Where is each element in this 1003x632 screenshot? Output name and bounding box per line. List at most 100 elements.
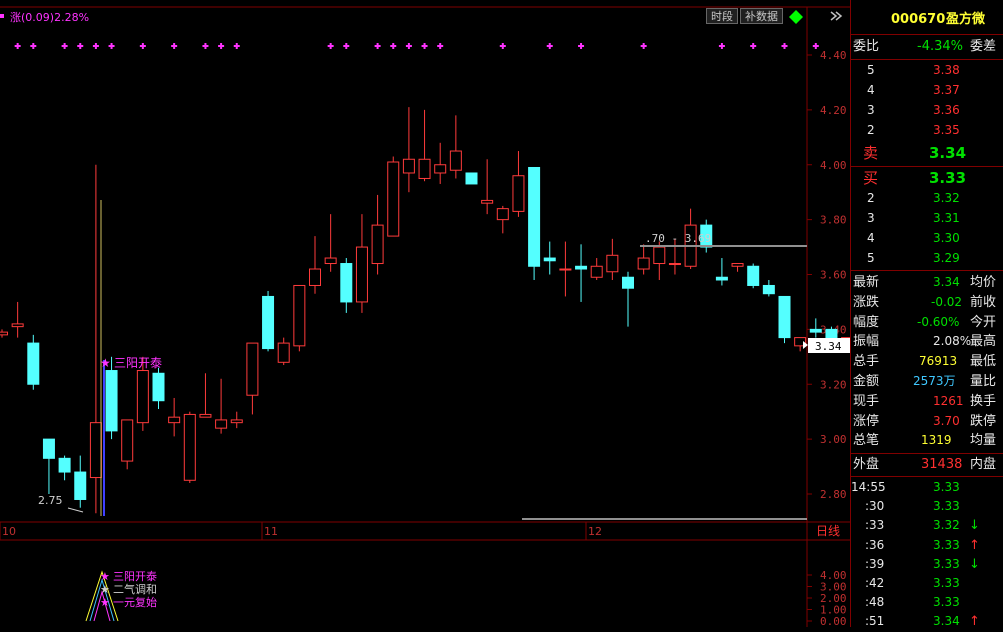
signal-marker: [437, 43, 444, 49]
sell-level-row: 3 3.36: [851, 101, 1003, 121]
candle-body[interactable]: [512, 175, 525, 212]
candle-body[interactable]: [747, 265, 760, 286]
timeshare-button[interactable]: 时段: [706, 8, 738, 24]
candle-body[interactable]: [449, 150, 462, 171]
candle-body[interactable]: [277, 342, 290, 363]
tick-time: :48: [865, 595, 885, 610]
candle-body[interactable]: [121, 419, 134, 462]
candle-body[interactable]: [324, 257, 337, 265]
candle-body[interactable]: [58, 457, 71, 473]
candle-body[interactable]: [496, 208, 509, 221]
candle-body[interactable]: [74, 471, 87, 500]
tick-row: :48 3.33: [851, 593, 1003, 613]
candle-body[interactable]: [434, 164, 447, 174]
candle-body[interactable]: [89, 422, 102, 479]
low-price-pointer: [67, 507, 84, 513]
signal-marker: [781, 43, 788, 49]
buy-level-row: 2 3.32: [851, 189, 1003, 209]
tick-price: 3.33: [933, 576, 960, 590]
stat-value: 2573万: [913, 374, 956, 388]
candle-body[interactable]: [559, 268, 572, 271]
candle-body[interactable]: [528, 166, 541, 267]
buy-level-row: 买 3.33: [851, 169, 1003, 189]
candle-body[interactable]: [42, 438, 55, 459]
outer-inner-row: 外盘 31438 内盘: [851, 455, 1003, 475]
kline-chart[interactable]: 4.404.204.003.803.603.403.203.002.80 101…: [0, 0, 850, 627]
weicha-label: 委差: [970, 39, 997, 54]
stat-value: 76913: [919, 354, 958, 369]
candle-body[interactable]: [575, 265, 588, 270]
candle-body[interactable]: [809, 328, 822, 333]
candle-body[interactable]: [168, 416, 181, 424]
candle-body[interactable]: [762, 284, 775, 295]
weibi-label: 委比: [853, 39, 880, 54]
candle-body[interactable]: [653, 246, 666, 265]
candle-body[interactable]: [371, 224, 384, 265]
candle-body[interactable]: [340, 263, 353, 303]
candle-body[interactable]: [0, 331, 8, 336]
candle-body[interactable]: [246, 342, 259, 396]
stat-value: -0.02: [931, 294, 963, 309]
candle-body[interactable]: [262, 295, 275, 350]
candle-body[interactable]: [183, 413, 196, 481]
y-tick-label: 4.20: [820, 104, 847, 117]
candle-body[interactable]: [152, 372, 165, 402]
sub-signal-star-icon: ★: [100, 596, 110, 609]
candle-body[interactable]: [293, 284, 306, 347]
candle-body[interactable]: [230, 419, 243, 424]
candle-body[interactable]: [309, 268, 321, 286]
candle-body[interactable]: [590, 265, 603, 278]
stat-row: 总手 76913 最低: [851, 352, 1003, 372]
low-price-annotation: 2.75: [38, 494, 63, 507]
buy-level-price: 3.29: [933, 251, 960, 265]
sell-level-label: 卖: [863, 144, 879, 162]
signal-star-icon: ★: [100, 356, 111, 370]
candle-body[interactable]: [465, 172, 478, 185]
y-tick-label: 3.80: [820, 214, 847, 227]
signal-marker: [92, 43, 99, 49]
stat-row: 涨停 3.70 跌停: [851, 412, 1003, 432]
kline-chart-area[interactable]: 4.404.204.003.803.603.403.203.002.80 101…: [0, 0, 850, 627]
candle-body[interactable]: [27, 342, 40, 385]
period-label[interactable]: 日线: [816, 524, 840, 538]
sell-level-label: 3: [867, 103, 875, 117]
candle-body[interactable]: [387, 161, 400, 237]
sell-level-price: 3.35: [933, 123, 960, 137]
candle-body[interactable]: [778, 295, 791, 339]
sell-level-price: 3.36: [933, 103, 960, 117]
candle-body[interactable]: [11, 323, 24, 328]
candle-body[interactable]: [622, 276, 634, 289]
signal-marker: [202, 43, 209, 49]
candle-body[interactable]: [136, 370, 149, 424]
sell-level-label: 4: [867, 83, 875, 97]
signal-marker: [77, 43, 84, 49]
tick-row: :33 3.32 ↓: [851, 516, 1003, 536]
candle-body[interactable]: [481, 199, 494, 204]
candle-body[interactable]: [715, 276, 728, 281]
sell-level-row: 5 3.38: [851, 61, 1003, 81]
candle-body[interactable]: [606, 254, 619, 273]
buy-level-label: 5: [867, 251, 875, 265]
tick-time: :30: [865, 499, 885, 514]
candle-body[interactable]: [402, 158, 415, 174]
stock-code: 000670: [891, 12, 946, 27]
signal-marker: [578, 43, 585, 49]
candle-body[interactable]: [637, 257, 650, 270]
candle-body[interactable]: [215, 419, 228, 429]
candle-body[interactable]: [355, 246, 368, 303]
tick-price: 3.33: [933, 499, 960, 514]
candle-body[interactable]: [668, 263, 681, 266]
candle-body[interactable]: [199, 413, 212, 418]
candle-body[interactable]: [105, 370, 118, 432]
candle-body[interactable]: [418, 158, 431, 179]
weibi-row: 委比 -4.34% 委差: [851, 37, 1003, 57]
signal-marker: [718, 43, 725, 49]
green-diamond-icon[interactable]: [788, 9, 804, 25]
buy-level-price: 3.30: [933, 231, 960, 245]
replenish-data-button[interactable]: 补数据: [740, 8, 783, 24]
candle-body[interactable]: [731, 263, 744, 267]
candle-body[interactable]: [543, 257, 556, 262]
collapse-arrow-icon[interactable]: [829, 9, 843, 23]
stat-label: 金额: [853, 374, 880, 389]
stat-row: 涨跌 -0.02 前收: [851, 293, 1003, 313]
